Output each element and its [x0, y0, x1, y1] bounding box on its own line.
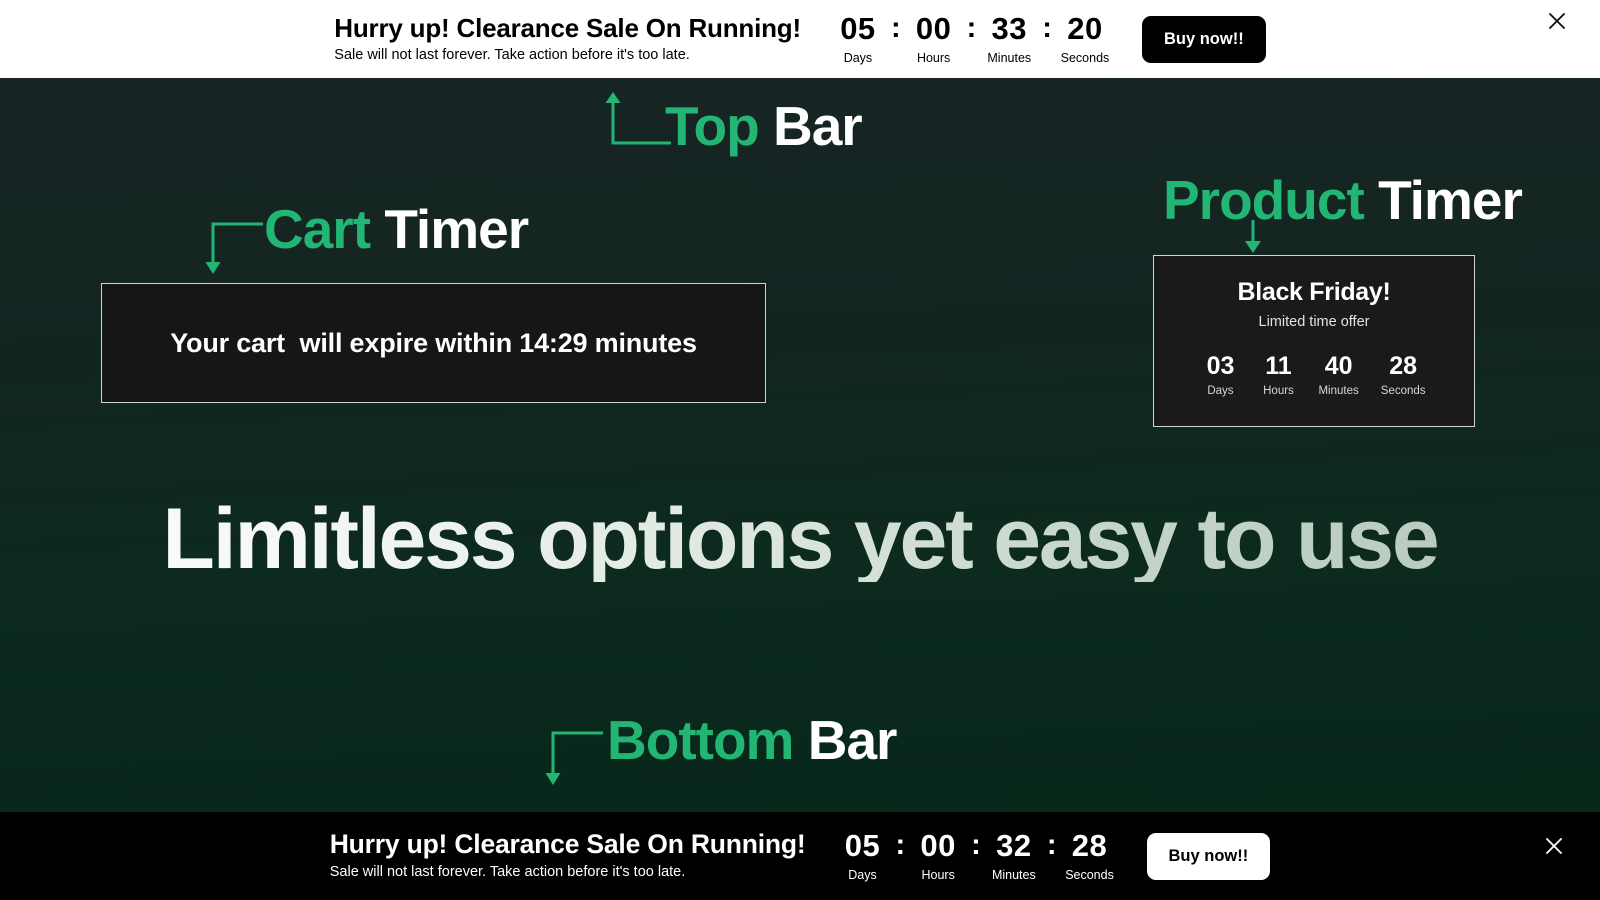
countdown-separator: : — [895, 829, 906, 861]
cart-timer-annotation-label: Cart Timer — [264, 202, 529, 257]
countdown-minutes-value: 33 — [991, 11, 1028, 46]
countdown-days-value: 05 — [840, 11, 876, 46]
countdown-minutes-label: Minutes — [987, 51, 1032, 65]
countdown-minutes-value: 40 — [1324, 352, 1353, 380]
annotation-accent-word: Top — [665, 95, 760, 157]
countdown-days-label: Days — [1207, 385, 1234, 397]
product-timer-subtitle: Limited time offer — [1258, 314, 1370, 330]
countdown-days: 05 Days — [827, 13, 889, 65]
bottom-bar-content: Hurry up! Clearance Sale On Running! Sal… — [330, 830, 1271, 882]
annotation-accent-word: Cart — [264, 198, 371, 260]
countdown-separator: : — [966, 12, 977, 44]
countdown-seconds-value: 28 — [1389, 352, 1418, 380]
countdown-minutes: 40 Minutes — [1318, 352, 1359, 398]
bottom-bar-copy: Hurry up! Clearance Sale On Running! Sal… — [330, 830, 806, 882]
countdown-separator: : — [890, 12, 901, 44]
countdown-seconds-value: 28 — [1071, 828, 1108, 863]
product-timer-annotation-label: Product Timer — [1163, 173, 1523, 228]
annotation-plain-word: Timer — [384, 198, 529, 260]
countdown-days-label: Days — [848, 868, 877, 882]
bottom-bar-annotation-arrow — [543, 728, 605, 795]
countdown-seconds-value: 20 — [1067, 11, 1103, 46]
cart-timer-message: Your cart will expire within 14:29 minut… — [170, 327, 697, 358]
countdown-minutes-label: Minutes — [1318, 385, 1359, 397]
annotation-plain-word: Bar — [807, 709, 898, 771]
bottom-bar-countdown: 05 Days : 00 Hours : 32 Minutes : 28 Sec… — [832, 830, 1121, 882]
top-bar-copy: Hurry up! Clearance Sale On Running! Sal… — [334, 12, 801, 65]
countdown-days: 03 Days — [1202, 352, 1238, 398]
top-bar-annotation-arrow — [603, 88, 673, 157]
top-bar-close-icon[interactable] — [1544, 8, 1570, 34]
bottom-announcement-bar: Hurry up! Clearance Sale On Running! Sal… — [0, 812, 1600, 900]
countdown-hours-label: Hours — [921, 868, 955, 882]
countdown-days-label: Days — [843, 51, 873, 65]
countdown-separator: : — [1042, 12, 1052, 44]
countdown-seconds-label: Seconds — [1065, 868, 1114, 882]
hero-headline: Limitless options yet easy to use — [0, 496, 1600, 582]
bottom-bar-annotation-label: Bottom Bar — [607, 713, 897, 768]
countdown-seconds-label: Seconds — [1060, 51, 1110, 65]
top-bar-countdown: 05 Days : 00 Hours : 33 Minutes : 20 Sec… — [827, 13, 1116, 65]
bottom-bar-title: Hurry up! Clearance Sale On Running! — [329, 829, 806, 860]
top-bar-buy-now-button[interactable]: Buy now!! — [1141, 15, 1266, 63]
countdown-minutes-label: Minutes — [991, 868, 1036, 882]
countdown-days-value: 05 — [844, 828, 881, 863]
top-bar-subtitle: Sale will not last forever. Take action … — [334, 46, 690, 63]
countdown-hours-value: 00 — [920, 828, 956, 863]
countdown-minutes: 32 Minutes — [983, 830, 1045, 882]
countdown-days-value: 03 — [1206, 352, 1235, 380]
countdown-hours-value: 00 — [915, 11, 952, 46]
countdown-hours: 11 Hours — [1260, 352, 1296, 398]
top-bar-title: Hurry up! Clearance Sale On Running! — [334, 12, 801, 43]
countdown-seconds: 28 Seconds — [1380, 352, 1426, 398]
product-timer-annotation-arrow — [1238, 220, 1268, 259]
top-bar-annotation-label: Top Bar — [665, 99, 863, 154]
product-timer-countdown: 03 Days 11 Hours 40 Minutes 28 Seconds — [1202, 352, 1426, 398]
product-timer-widget: Black Friday! Limited time offer 03 Days… — [1153, 255, 1475, 427]
bottom-bar-close-icon[interactable] — [1541, 833, 1567, 859]
countdown-hours: 00 Hours — [907, 830, 969, 882]
cart-timer-annotation-arrow — [203, 219, 265, 284]
cart-timer-widget: Your cart will expire within 14:29 minut… — [101, 283, 766, 403]
annotation-accent-word: Bottom — [607, 709, 794, 771]
countdown-hours-value: 11 — [1265, 352, 1292, 380]
countdown-hours: 00 Hours — [903, 13, 965, 65]
countdown-seconds: 28 Seconds — [1059, 830, 1121, 882]
top-announcement-bar: Hurry up! Clearance Sale On Running! Sal… — [0, 0, 1600, 78]
annotation-plain-word: Bar — [773, 95, 863, 157]
countdown-separator: : — [971, 829, 981, 861]
annotation-plain-word: Timer — [1378, 169, 1523, 231]
countdown-seconds: 20 Seconds — [1054, 13, 1116, 65]
countdown-days: 05 Days — [832, 830, 894, 882]
bottom-bar-buy-now-button[interactable]: Buy now!! — [1146, 832, 1271, 880]
countdown-minutes-value: 32 — [996, 828, 1032, 863]
countdown-seconds-label: Seconds — [1380, 385, 1426, 397]
product-timer-title: Black Friday! — [1237, 278, 1391, 306]
countdown-separator: : — [1046, 829, 1057, 861]
countdown-hours-label: Hours — [916, 51, 951, 65]
countdown-hours-label: Hours — [1263, 385, 1294, 397]
bottom-bar-subtitle: Sale will not last forever. Take action … — [329, 863, 686, 880]
countdown-minutes: 33 Minutes — [978, 13, 1040, 65]
top-bar-content: Hurry up! Clearance Sale On Running! Sal… — [334, 12, 1266, 65]
